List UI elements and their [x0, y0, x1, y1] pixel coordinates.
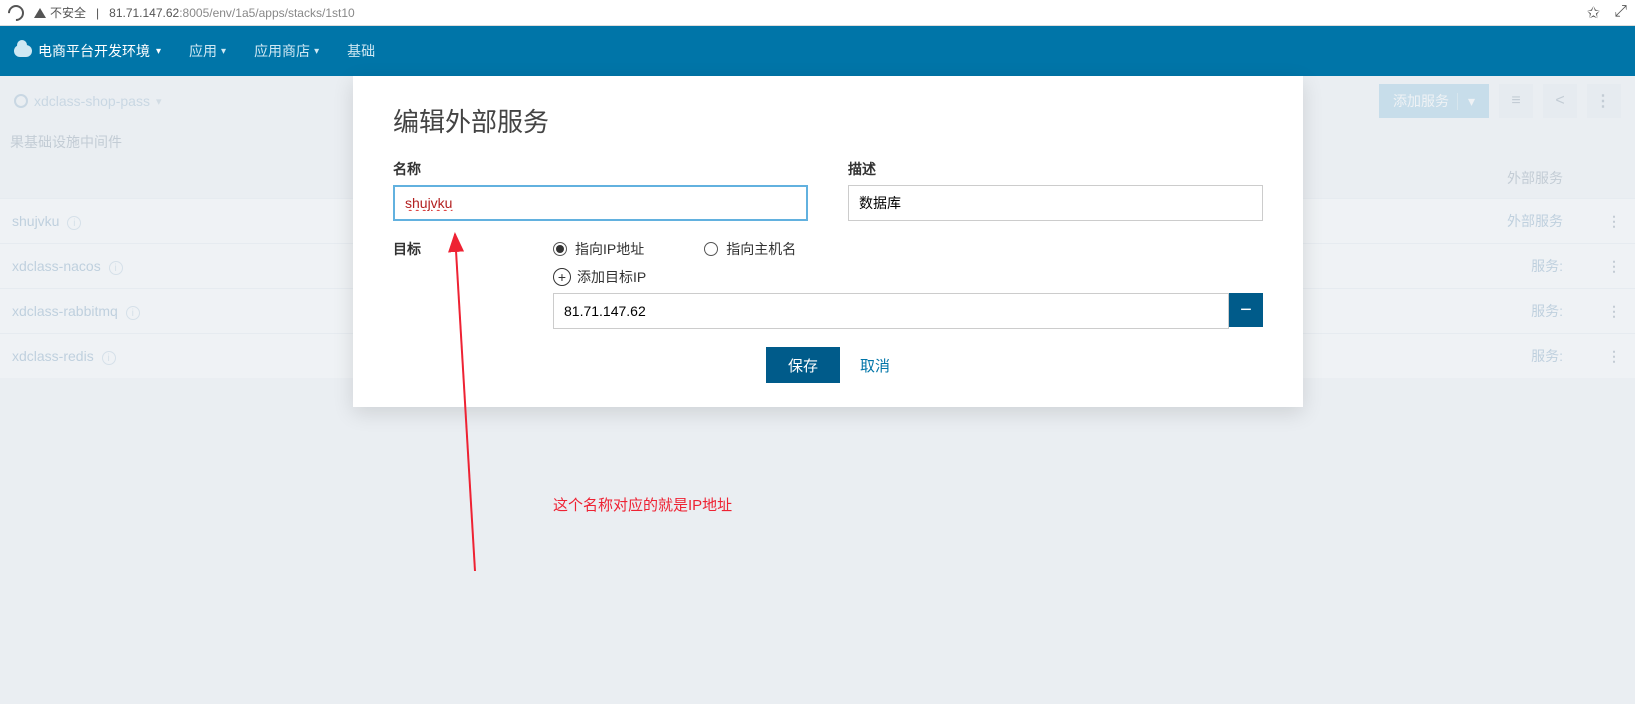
target-label: 目标	[393, 241, 421, 257]
cloud-icon	[14, 45, 32, 57]
url-host: 81.71.147.62	[109, 6, 179, 20]
desc-label: 描述	[848, 159, 1263, 179]
desc-input[interactable]	[848, 185, 1263, 221]
warning-icon	[34, 8, 46, 18]
annotation-text: 这个名称对应的就是IP地址	[553, 494, 732, 515]
radio-icon	[553, 242, 567, 256]
add-ip-label: 添加目标IP	[577, 267, 646, 287]
favorite-icon[interactable]: ✩	[1587, 3, 1600, 23]
radio-label: 指向主机名	[726, 239, 796, 259]
plus-icon: +	[553, 268, 571, 286]
nav-item-store[interactable]: 应用商店 ▾	[254, 41, 319, 61]
modal-title: 编辑外部服务	[393, 102, 1263, 139]
add-target-ip-button[interactable]: + 添加目标IP	[553, 267, 646, 287]
top-nav: 电商平台开发环境 ▾ 应用 ▾ 应用商店 ▾ 基础	[0, 26, 1635, 76]
chevron-down-icon: ▾	[156, 46, 161, 57]
insecure-text: 不安全	[50, 4, 86, 21]
url-path: :8005/env/1a5/apps/stacks/1st10	[179, 6, 354, 20]
reload-icon[interactable]	[5, 1, 28, 24]
save-button[interactable]: 保存	[766, 347, 840, 383]
name-input[interactable]	[393, 185, 808, 221]
radio-icon	[704, 242, 718, 256]
nav-item-apps[interactable]: 应用 ▾	[189, 41, 226, 61]
radio-target-ip[interactable]: 指向IP地址	[553, 239, 644, 259]
nav-item-label: 应用	[189, 41, 217, 61]
env-switcher[interactable]: 电商平台开发环境 ▾	[14, 41, 161, 61]
nav-item-infra[interactable]: 基础	[347, 41, 375, 61]
chevron-down-icon: ▾	[314, 46, 319, 57]
divider: |	[96, 6, 99, 20]
browser-address-bar: 不安全 | 81.71.147.62:8005/env/1a5/apps/sta…	[0, 0, 1635, 26]
env-name: 电商平台开发环境	[38, 41, 150, 61]
radio-label: 指向IP地址	[575, 239, 644, 259]
nav-item-label: 应用商店	[254, 41, 310, 61]
url[interactable]: 81.71.147.62:8005/env/1a5/apps/stacks/1s…	[109, 6, 355, 20]
radio-target-hostname[interactable]: 指向主机名	[704, 239, 796, 259]
target-ip-input[interactable]	[553, 293, 1229, 329]
edit-external-service-modal: 编辑外部服务 名称 描述 目标 指向IP地址	[353, 76, 1303, 407]
insecure-badge: 不安全	[34, 4, 86, 21]
cancel-button[interactable]: 取消	[860, 355, 890, 376]
name-label: 名称	[393, 159, 808, 179]
nav-item-label: 基础	[347, 41, 375, 61]
remove-ip-button[interactable]: −	[1229, 293, 1263, 327]
chevron-down-icon: ▾	[221, 46, 226, 57]
devtools-icon[interactable]: ⤢	[1614, 3, 1627, 23]
